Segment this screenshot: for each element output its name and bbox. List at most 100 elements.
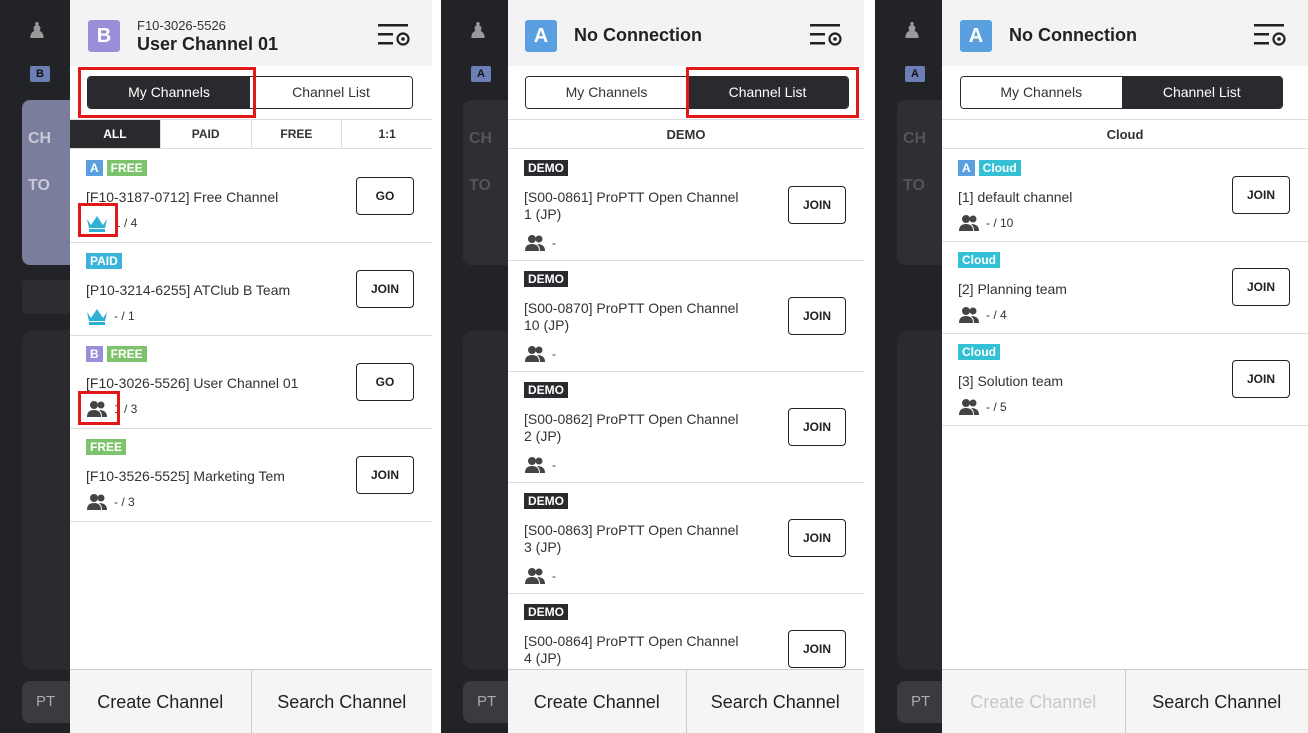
join-button[interactable]: JOIN [788, 186, 846, 224]
bg-card-text: CH [903, 130, 927, 147]
tab-switch: My Channels Channel List [525, 76, 849, 109]
users-icon [525, 346, 545, 362]
bg-card-text: TO [903, 177, 925, 194]
tab-channel-list[interactable]: Channel List [1121, 77, 1282, 108]
tag-cloud: Cloud [958, 344, 1000, 360]
background-app: ♟ A CH TO PT [441, 0, 523, 733]
member-info: - [524, 345, 556, 363]
users-icon [959, 399, 979, 415]
filter-paid[interactable]: PAID [159, 120, 251, 148]
filter-all[interactable]: ALL [70, 120, 160, 148]
join-button[interactable]: JOIN [356, 270, 414, 308]
tab-channel-list[interactable]: Channel List [250, 77, 412, 108]
bg-channel-badge: B [30, 66, 50, 82]
list-item[interactable]: FREE [F10-3526-5525] Marketing Tem - / 3… [70, 429, 432, 522]
profile-icon[interactable]: ♟ [25, 18, 49, 44]
list-item[interactable]: DEMO [S00-0870] ProPTT Open Channel 10 (… [508, 261, 864, 372]
member-info: 1 / 4 [86, 214, 137, 232]
filter-one-to-one[interactable]: 1:1 [341, 120, 432, 148]
join-button[interactable]: JOIN [1232, 360, 1290, 398]
go-button[interactable]: GO [356, 177, 414, 215]
list-item[interactable]: DEMO [S00-0864] ProPTT Open Channel 4 (J… [508, 594, 864, 669]
channel-badge: A [960, 20, 992, 52]
bg-card-text: TO [28, 177, 50, 194]
channel-name: [F10-3526-5525] Marketing Tem [86, 468, 285, 484]
filter-free[interactable]: FREE [250, 120, 342, 148]
channel-title: User Channel 01 [137, 34, 279, 54]
member-count: - [552, 569, 556, 583]
member-count: - [552, 458, 556, 472]
search-channel-button[interactable]: Search Channel [250, 670, 433, 733]
section-header: Cloud [942, 119, 1308, 149]
channel-name-line2: 10 (JP) [524, 317, 570, 333]
channel-name: [S00-0870] ProPTT Open Channel [524, 300, 739, 316]
list-item[interactable]: PAID [P10-3214-6255] ATClub B Team - / 1… [70, 243, 432, 336]
drawer-header: A No Connection [942, 0, 1308, 66]
channel-name: [1] default channel [958, 189, 1073, 205]
profile-icon[interactable]: ♟ [900, 18, 924, 44]
channel-name: [S00-0862] ProPTT Open Channel [524, 411, 739, 427]
member-info: 1 / 3 [86, 400, 137, 418]
tag-demo: DEMO [524, 382, 568, 398]
channel-list: DEMO [S00-0861] ProPTT Open Channel 1 (J… [508, 150, 864, 669]
list-item[interactable]: DEMO [S00-0863] ProPTT Open Channel 3 (J… [508, 483, 864, 594]
users-icon [525, 568, 545, 584]
crown-icon [87, 216, 107, 232]
create-channel-button[interactable]: Create Channel [942, 670, 1125, 733]
member-count: - / 3 [114, 495, 135, 509]
settings-menu-icon[interactable] [810, 22, 844, 48]
list-item[interactable]: DEMO [S00-0862] ProPTT Open Channel 2 (J… [508, 372, 864, 483]
channel-name: [F10-3187-0712] Free Channel [86, 189, 279, 205]
channel-badge: B [88, 20, 120, 52]
tag-free: FREE [86, 439, 127, 455]
list-item[interactable]: Cloud [3] Solution team - / 5 JOIN [942, 334, 1308, 426]
member-count: - / 4 [986, 308, 1007, 322]
join-button[interactable]: JOIN [1232, 176, 1290, 214]
create-channel-button[interactable]: Create Channel [70, 670, 251, 733]
member-info: - / 4 [958, 306, 1007, 324]
go-button[interactable]: GO [356, 363, 414, 401]
member-info: - [524, 234, 556, 252]
member-count: - [552, 347, 556, 361]
tag-badge: A [86, 160, 103, 176]
tab-my-channels[interactable]: My Channels [88, 77, 250, 108]
drawer-header: B F10-3026-5526 User Channel 01 [70, 0, 432, 66]
join-button[interactable]: JOIN [788, 630, 846, 668]
join-button[interactable]: JOIN [788, 519, 846, 557]
join-button[interactable]: JOIN [356, 456, 414, 494]
users-icon [525, 235, 545, 251]
channel-badge: A [525, 20, 557, 52]
channel-drawer: B F10-3026-5526 User Channel 01 My Chann… [70, 0, 432, 733]
join-button[interactable]: JOIN [1232, 268, 1290, 306]
settings-menu-icon[interactable] [1254, 22, 1288, 48]
list-item[interactable]: Cloud [2] Planning team - / 4 JOIN [942, 242, 1308, 334]
tab-channel-list[interactable]: Channel List [687, 77, 848, 108]
channel-name: [S00-0861] ProPTT Open Channel [524, 189, 739, 205]
tab-my-channels[interactable]: My Channels [526, 77, 687, 108]
member-info: - / 3 [86, 493, 135, 511]
tag-cloud: Cloud [958, 252, 1000, 268]
list-item[interactable]: B FREE [F10-3026-5526] User Channel 01 1… [70, 336, 432, 429]
join-button[interactable]: JOIN [788, 408, 846, 446]
tab-my-channels[interactable]: My Channels [961, 77, 1122, 108]
tag-demo: DEMO [524, 493, 568, 509]
channel-name-line2: 3 (JP) [524, 539, 562, 555]
list-item[interactable]: A Cloud [1] default channel - / 10 JOIN [942, 150, 1308, 242]
channel-name: [S00-0863] ProPTT Open Channel [524, 522, 739, 538]
tab-switch: My Channels Channel List [87, 76, 413, 109]
connection-status: No Connection [574, 25, 702, 45]
settings-menu-icon[interactable] [378, 22, 412, 48]
tag-free: FREE [106, 346, 147, 362]
create-channel-button[interactable]: Create Channel [508, 670, 686, 733]
bg-card-text: CH [469, 130, 493, 147]
profile-icon[interactable]: ♟ [466, 18, 490, 44]
list-item[interactable]: DEMO [S00-0861] ProPTT Open Channel 1 (J… [508, 150, 864, 261]
users-icon [959, 307, 979, 323]
search-channel-button[interactable]: Search Channel [1124, 670, 1308, 733]
list-item[interactable]: A FREE [F10-3187-0712] Free Channel 1 / … [70, 150, 432, 243]
channel-list: A Cloud [1] default channel - / 10 JOIN … [942, 150, 1308, 669]
join-button[interactable]: JOIN [788, 297, 846, 335]
member-count: - / 5 [986, 400, 1007, 414]
member-info: - / 5 [958, 398, 1007, 416]
search-channel-button[interactable]: Search Channel [685, 670, 865, 733]
